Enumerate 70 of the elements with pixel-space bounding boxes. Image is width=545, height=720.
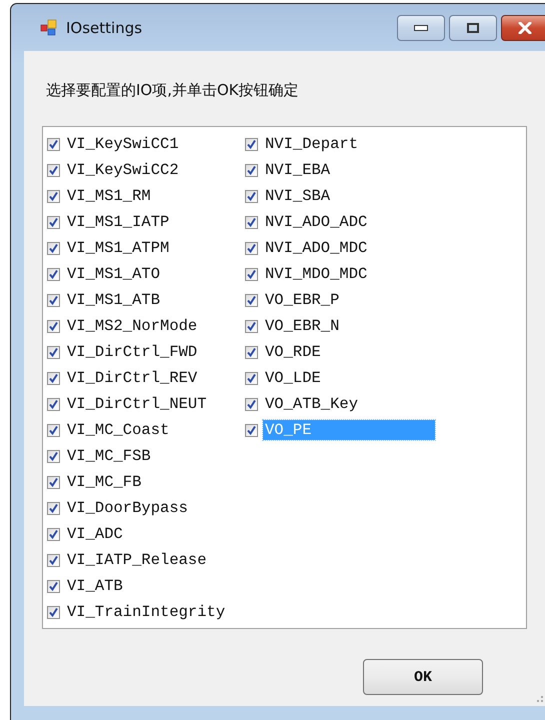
checkbox[interactable] — [245, 164, 258, 176]
list-item[interactable]: VI_MS1_ATO — [65, 264, 162, 284]
close-button[interactable] — [501, 14, 545, 40]
checkbox[interactable] — [245, 424, 258, 436]
list-item[interactable]: NVI_EBA — [263, 160, 332, 180]
checkbox[interactable] — [245, 320, 258, 332]
checkbox[interactable] — [47, 216, 60, 228]
list-item[interactable]: VI_MS1_RM — [65, 186, 153, 206]
minimize-button[interactable] — [397, 14, 445, 40]
checkbox[interactable] — [47, 398, 60, 410]
list-item[interactable]: VI_TrainIntegrity — [65, 602, 228, 622]
checkbox[interactable] — [47, 476, 60, 488]
list-item[interactable]: VI_DoorBypass — [65, 498, 190, 518]
list-item[interactable]: VI_MC_FSB — [65, 446, 153, 466]
checkbox[interactable] — [47, 554, 60, 566]
checkbox[interactable] — [47, 372, 60, 384]
checkbox[interactable] — [47, 528, 60, 540]
checkbox[interactable] — [47, 606, 60, 618]
list-item[interactable]: VI_MC_FB — [65, 472, 144, 492]
list-item[interactable]: NVI_ADO_ADC — [263, 212, 370, 232]
checkbox[interactable] — [47, 294, 60, 306]
list-item[interactable]: VO_LDE — [263, 368, 323, 388]
list-item[interactable]: VO_RDE — [263, 342, 323, 362]
list-item[interactable]: VI_ADC — [65, 524, 125, 544]
list-item[interactable]: VI_DirCtrl_FWD — [65, 342, 200, 362]
list-item[interactable]: NVI_ADO_MDC — [263, 238, 370, 258]
checkbox[interactable] — [47, 346, 60, 358]
list-item[interactable]: NVI_SBA — [263, 186, 332, 206]
list-item[interactable]: VI_IATP_Release — [65, 550, 209, 570]
list-item[interactable]: VI_KeySwiCC1 — [65, 134, 181, 154]
list-item[interactable]: VI_ATB — [65, 576, 125, 596]
window-title: IOsettings — [66, 18, 142, 36]
close-icon — [517, 22, 533, 34]
list-item[interactable]: NVI_MDO_MDC — [263, 264, 370, 284]
list-item[interactable]: VI_MS2_NorMode — [65, 316, 200, 336]
list-item[interactable]: VI_MS1_ATB — [65, 290, 162, 310]
minimize-icon — [414, 24, 428, 30]
app-icon — [40, 18, 58, 36]
checkbox[interactable] — [47, 502, 60, 514]
instruction-text: 选择要配置的IO项,并单击OK按钮确定 — [46, 81, 300, 100]
checkbox[interactable] — [245, 190, 258, 202]
checkbox[interactable] — [47, 424, 60, 436]
checkbox[interactable] — [47, 138, 60, 150]
list-item[interactable]: VI_DirCtrl_REV — [65, 368, 200, 388]
list-item[interactable]: VO_EBR_P — [263, 290, 342, 310]
list-item[interactable]: VI_MC_Coast — [65, 420, 172, 440]
checkbox[interactable] — [245, 138, 258, 150]
list-item[interactable]: NVI_Depart — [263, 134, 360, 154]
checkbox[interactable] — [245, 216, 258, 228]
checkbox[interactable] — [47, 580, 60, 592]
list-item[interactable]: VI_DirCtrl_NEUT — [65, 394, 209, 414]
list-item[interactable]: VI_MS1_IATP — [65, 212, 172, 232]
checkbox[interactable] — [47, 242, 60, 254]
list-item[interactable]: VO_ATB_Key — [263, 394, 360, 414]
checkbox[interactable] — [245, 346, 258, 358]
checkbox[interactable] — [245, 398, 258, 410]
checkbox[interactable] — [47, 320, 60, 332]
checkbox[interactable] — [47, 450, 60, 462]
list-item[interactable]: VI_KeySwiCC2 — [65, 160, 181, 180]
checkbox[interactable] — [245, 242, 258, 254]
ok-button[interactable]: OK — [363, 659, 483, 695]
checkbox[interactable] — [245, 268, 258, 280]
checkbox[interactable] — [245, 294, 258, 306]
checkbox[interactable] — [245, 372, 258, 384]
checkbox[interactable] — [47, 164, 60, 176]
maximize-button[interactable] — [449, 14, 497, 40]
checkbox[interactable] — [47, 190, 60, 202]
list-item[interactable]: VO_EBR_N — [263, 316, 342, 336]
checkbox[interactable] — [47, 268, 60, 280]
list-item[interactable]: VI_MS1_ATPM — [65, 238, 172, 258]
